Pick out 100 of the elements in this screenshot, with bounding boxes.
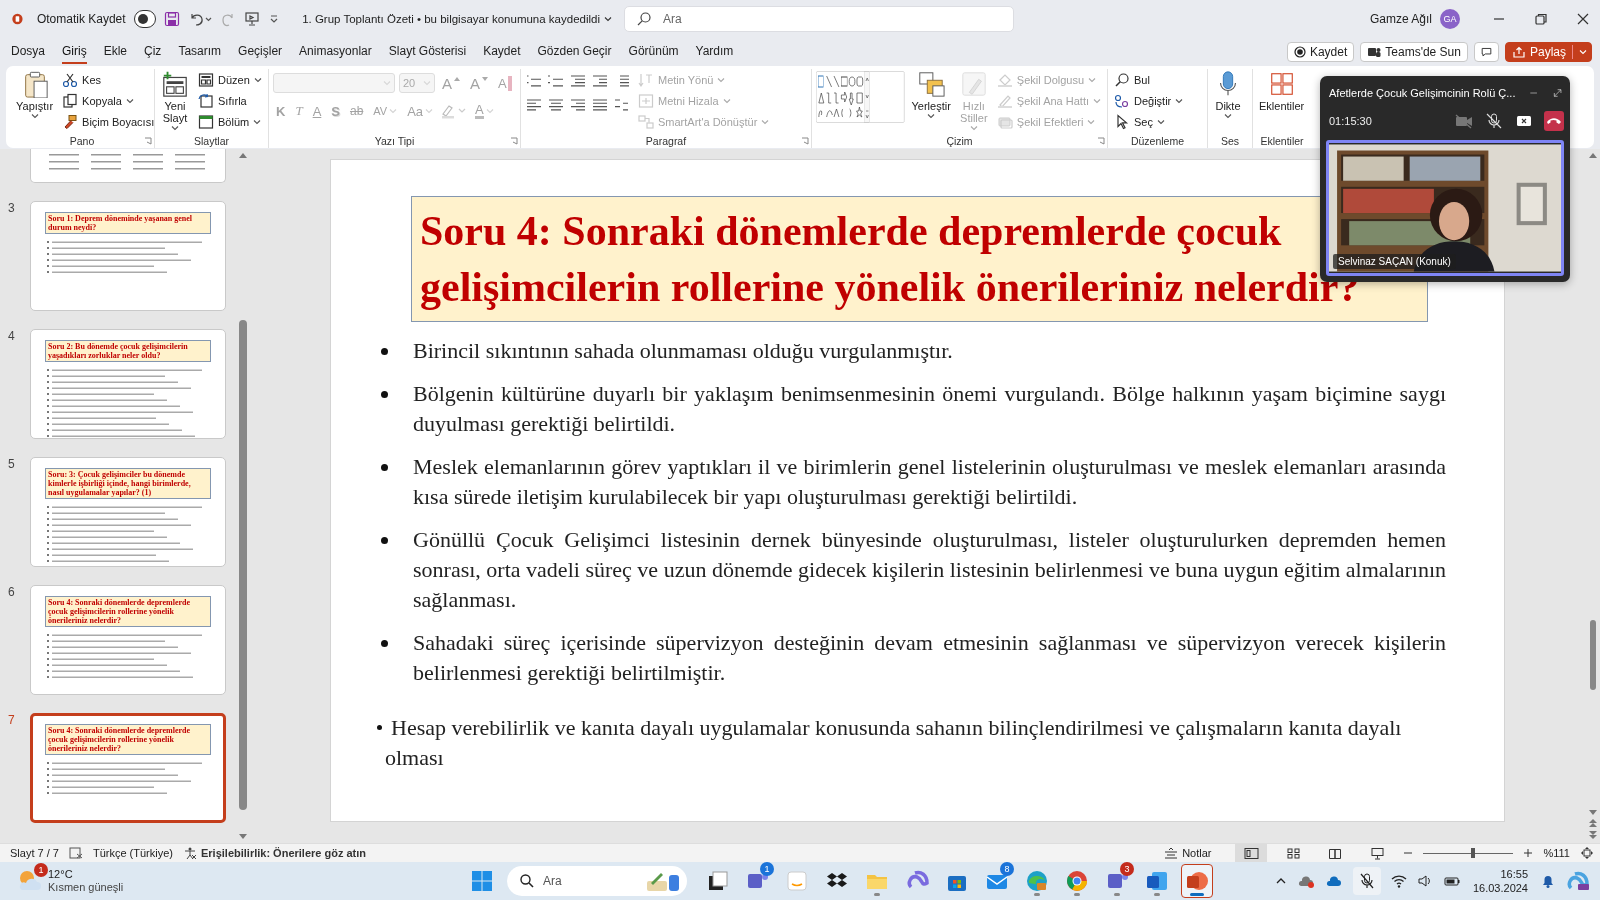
scissors-icon bbox=[62, 72, 79, 88]
ribbon-tab[interactable]: Giriş bbox=[62, 40, 87, 64]
ribbon-button[interactable]: Biçim Boyacısı bbox=[60, 113, 157, 131]
ribbon-button[interactable]: Yeni Slayt bbox=[159, 69, 191, 133]
decrease-indent-icon[interactable] bbox=[569, 73, 587, 89]
battery-icon[interactable] bbox=[1442, 874, 1461, 888]
cloud-icon[interactable] bbox=[1324, 874, 1343, 888]
slide-thumbnail[interactable]: Soru 4: Sonraki dönemlerde depremlerde çocuk gelişimcilerin rollerine yönelik önerileriniz nelerdir? bbox=[30, 585, 226, 695]
slider-thumb[interactable] bbox=[1471, 848, 1475, 858]
group-label: Yazı Tipi bbox=[374, 134, 415, 147]
slide-thumbnail[interactable] bbox=[30, 149, 226, 183]
wifi-icon[interactable] bbox=[1390, 874, 1407, 888]
user-avatar[interactable]: GA bbox=[1440, 9, 1460, 29]
ribbon-tab[interactable]: Dosya bbox=[11, 40, 45, 64]
taskbar-app[interactable]: 1 bbox=[741, 864, 773, 898]
taskbar-app[interactable]: 8 bbox=[981, 864, 1013, 898]
caret-icon bbox=[1156, 118, 1165, 126]
zoom-level[interactable]: %111 bbox=[1543, 847, 1570, 859]
microphone-off-icon[interactable] bbox=[1484, 113, 1504, 129]
save-icon[interactable] bbox=[164, 11, 181, 27]
ribbon-button[interactable]: Eklentiler bbox=[1257, 69, 1307, 113]
increase-indent-icon[interactable] bbox=[591, 73, 609, 89]
taskbar-app[interactable]: 3 bbox=[1101, 864, 1133, 898]
paintbrush-icon bbox=[62, 114, 79, 130]
start-icon[interactable] bbox=[471, 870, 493, 892]
ribbon-tab[interactable]: Ekle bbox=[103, 40, 128, 64]
microphone-muted-button[interactable] bbox=[1352, 867, 1381, 895]
ribbon-button[interactable]: Kes bbox=[60, 71, 157, 89]
fit-to-window-icon[interactable] bbox=[1580, 846, 1594, 860]
slide-thumbnail[interactable]: Soru 1: Deprem döneminde yaşanan genel durum neydi? bbox=[30, 201, 226, 311]
expand-icon[interactable] bbox=[1552, 86, 1562, 100]
undo-icon[interactable] bbox=[188, 11, 213, 27]
hang-up-button[interactable] bbox=[1544, 111, 1564, 131]
notification-badge: 1 bbox=[760, 862, 774, 876]
numbered-list-icon[interactable] bbox=[547, 73, 565, 89]
comments-button[interactable] bbox=[1473, 42, 1499, 62]
ribbon-button[interactable]: Dikte bbox=[1212, 69, 1244, 121]
ribbon-button[interactable]: Yerleştir bbox=[909, 69, 953, 121]
language-label[interactable]: Türkçe (Türkiye) bbox=[92, 847, 173, 859]
slide-counter: Slayt 7 / 7 bbox=[10, 847, 59, 859]
document-icon bbox=[1145, 869, 1169, 893]
scrollbar-thumb[interactable] bbox=[239, 320, 247, 810]
autosave-toggle[interactable] bbox=[133, 10, 157, 28]
document-title[interactable]: 1. Grup Toplantı Özeti • bu bilgisayar konumuna kaydedildi bbox=[302, 13, 612, 25]
record-button[interactable]: Kaydet bbox=[1286, 42, 1355, 62]
present-in-teams-button[interactable]: Teams'de Sun bbox=[1360, 42, 1468, 62]
ribbon-tab[interactable]: Kaydet bbox=[483, 40, 521, 64]
slide-thumbnail[interactable]: Soru 2: Bu dönemde çocuk gelişimcilerin yaşadıkları zorluklar neler oldu? bbox=[30, 329, 226, 439]
ribbon-button[interactable]: Değiştir bbox=[1112, 92, 1186, 110]
justify-icon[interactable] bbox=[591, 97, 609, 113]
bullet-list-icon[interactable] bbox=[525, 73, 543, 89]
columns-icon[interactable] bbox=[613, 97, 631, 113]
zoom-in-icon[interactable] bbox=[1523, 848, 1534, 858]
caret-icon bbox=[1175, 97, 1184, 105]
ribbon-tab[interactable]: Çiz bbox=[144, 40, 162, 64]
slide-thumbnail[interactable]: Soru: 3: Çocuk gelişimciler bu dönemde kimlerle işbirliği içinde, hangi birimlerde, nasıl uygulamalar yapılar? (1) bbox=[30, 457, 226, 567]
notification-badge: 3 bbox=[1120, 862, 1134, 876]
spelling-icon[interactable] bbox=[68, 847, 83, 859]
ribbon-button[interactable]: Yapıştır bbox=[14, 69, 56, 121]
search-field[interactable]: Ara bbox=[624, 6, 1014, 32]
presentation-icon[interactable] bbox=[244, 11, 261, 27]
stop-sharing-icon[interactable] bbox=[1514, 113, 1534, 129]
ribbon-tab[interactable]: Slayt Gösterisi bbox=[388, 40, 467, 64]
scrollbar-thumb[interactable] bbox=[1590, 620, 1596, 690]
speaker-icon[interactable] bbox=[1416, 874, 1433, 888]
bell-icon[interactable] bbox=[1540, 873, 1556, 889]
close-icon[interactable] bbox=[1576, 12, 1590, 26]
clock[interactable]: 16:55 16.03.2024 bbox=[1472, 867, 1528, 895]
align-right-icon[interactable] bbox=[569, 97, 587, 113]
ribbon-tab[interactable]: Tasarım bbox=[178, 40, 222, 64]
taskbar-search-field[interactable]: Ara bbox=[507, 866, 687, 896]
ribbon-tab[interactable]: Gözden Geçir bbox=[537, 40, 612, 64]
ribbon-button[interactable]: Sıfırla bbox=[196, 92, 264, 110]
caret-icon bbox=[927, 112, 936, 120]
cloud-icon[interactable] bbox=[1296, 874, 1315, 888]
weather-condition: Kısmen güneşli bbox=[48, 881, 124, 894]
ribbon-tab[interactable]: Yardım bbox=[695, 40, 734, 64]
camera-off-icon[interactable] bbox=[1454, 113, 1474, 129]
accessibility-button[interactable]: Erişilebilirlik: Önerilere göz atın bbox=[183, 847, 367, 859]
ribbon-tab[interactable]: Animasyonlar bbox=[299, 40, 372, 64]
group-label: Eklentiler bbox=[1260, 134, 1304, 147]
slide-thumbnail[interactable]: Soru 4: Sonraki dönemlerde depremlerde çocuk gelişimcilerin rollerine yönelik önerileriniz nelerdir? bbox=[30, 713, 226, 823]
ribbon-tab[interactable]: Görünüm bbox=[628, 40, 679, 64]
restore-icon[interactable] bbox=[1534, 12, 1548, 26]
notes-button[interactable]: Notlar bbox=[1164, 847, 1212, 859]
align-center-icon[interactable] bbox=[547, 97, 565, 113]
shapes-gallery-drawing[interactable] bbox=[816, 71, 905, 123]
view-button[interactable] bbox=[1235, 843, 1268, 863]
caret-icon bbox=[425, 107, 434, 115]
ribbon-button[interactable]: Kopyala bbox=[60, 92, 157, 110]
ribbon-tab[interactable]: Geçişler bbox=[238, 40, 283, 64]
ribbon-button[interactable]: Bul bbox=[1112, 71, 1186, 89]
align-left-icon[interactable] bbox=[525, 97, 543, 113]
share-button[interactable]: Paylaş bbox=[1504, 42, 1592, 62]
comment-icon bbox=[1480, 46, 1492, 58]
group-label: Çizim bbox=[946, 134, 973, 147]
assistant-icon[interactable] bbox=[1566, 870, 1590, 892]
ribbon-button[interactable]: Seç bbox=[1112, 113, 1186, 131]
ribbon-button[interactable]: Bölüm bbox=[196, 113, 264, 131]
ribbon-button[interactable]: Düzen bbox=[196, 71, 264, 89]
